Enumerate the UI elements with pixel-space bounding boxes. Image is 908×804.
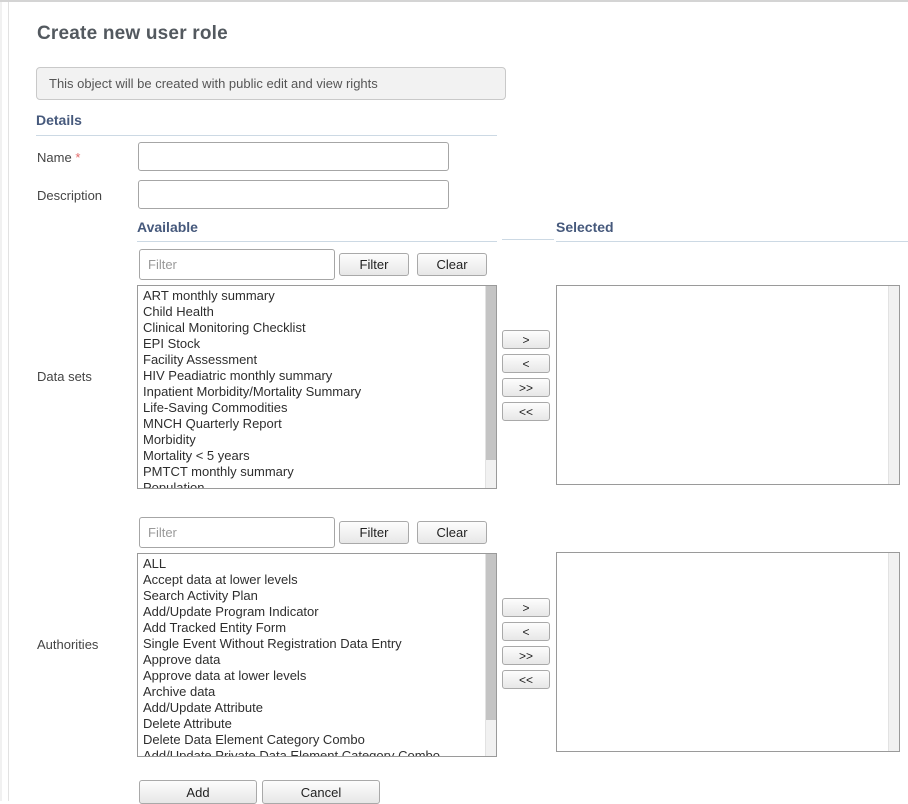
datasets-available-listbox[interactable]: ART monthly summaryChild HealthClinical … bbox=[137, 285, 497, 489]
middle-column-rule bbox=[502, 239, 554, 240]
datasets-selected-scrollbar[interactable] bbox=[888, 286, 899, 484]
required-marker: * bbox=[75, 150, 80, 165]
list-option[interactable]: Delete Attribute bbox=[138, 716, 496, 732]
panel-left-divider bbox=[8, 2, 9, 801]
window-left-strip bbox=[0, 2, 2, 801]
list-option[interactable]: MNCH Quarterly Report bbox=[138, 416, 496, 432]
list-option[interactable]: HIV Peadiatric monthly summary bbox=[138, 368, 496, 384]
list-option[interactable]: Add/Update Private Data Element Category… bbox=[138, 748, 496, 757]
authorities-move-right-button[interactable]: > bbox=[502, 598, 550, 617]
scrollbar-thumb[interactable] bbox=[486, 286, 496, 460]
authorities-move-left-button[interactable]: < bbox=[502, 622, 550, 641]
datasets-label: Data sets bbox=[37, 369, 92, 384]
list-option[interactable]: PMTCT monthly summary bbox=[138, 464, 496, 480]
list-option[interactable]: Add/Update Program Indicator bbox=[138, 604, 496, 620]
list-option[interactable]: Add Tracked Entity Form bbox=[138, 620, 496, 636]
authorities-selected-scrollbar[interactable] bbox=[888, 553, 899, 751]
datasets-move-left-button[interactable]: < bbox=[502, 354, 550, 373]
authorities-clear-button[interactable]: Clear bbox=[417, 521, 487, 544]
description-input[interactable] bbox=[138, 180, 449, 209]
list-option[interactable]: Child Health bbox=[138, 304, 496, 320]
datasets-move-all-left-button[interactable]: << bbox=[502, 402, 550, 421]
datasets-selected-listbox[interactable] bbox=[556, 285, 900, 485]
authorities-label: Authorities bbox=[37, 637, 98, 652]
available-column-header: Available bbox=[137, 219, 497, 242]
list-option[interactable]: ART monthly summary bbox=[138, 288, 496, 304]
authorities-move-all-right-button[interactable]: >> bbox=[502, 646, 550, 665]
page-title: Create new user role bbox=[37, 23, 228, 45]
datasets-available-scrollbar[interactable] bbox=[485, 286, 496, 488]
datasets-clear-button[interactable]: Clear bbox=[417, 253, 487, 276]
authorities-filter-input[interactable] bbox=[139, 517, 335, 548]
list-option[interactable]: Clinical Monitoring Checklist bbox=[138, 320, 496, 336]
list-option[interactable]: Inpatient Morbidity/Mortality Summary bbox=[138, 384, 496, 400]
authorities-selected-listbox[interactable] bbox=[556, 552, 900, 752]
name-label: Name * bbox=[37, 150, 80, 165]
datasets-filter-button[interactable]: Filter bbox=[339, 253, 409, 276]
list-option[interactable]: Population bbox=[138, 480, 496, 489]
list-option[interactable]: EPI Stock bbox=[138, 336, 496, 352]
list-option[interactable]: Accept data at lower levels bbox=[138, 572, 496, 588]
datasets-filter-input[interactable] bbox=[139, 249, 335, 280]
list-option[interactable]: Approve data bbox=[138, 652, 496, 668]
datasets-move-right-button[interactable]: > bbox=[502, 330, 550, 349]
datasets-move-all-right-button[interactable]: >> bbox=[502, 378, 550, 397]
notice-text: This object will be created with public … bbox=[49, 76, 378, 91]
authorities-available-scrollbar[interactable] bbox=[485, 554, 496, 756]
authorities-filter-button[interactable]: Filter bbox=[339, 521, 409, 544]
details-section-header: Details bbox=[36, 112, 497, 136]
name-input[interactable] bbox=[138, 142, 449, 171]
list-option[interactable]: Morbidity bbox=[138, 432, 496, 448]
selected-column-header: Selected bbox=[556, 219, 908, 242]
window-top-border bbox=[0, 0, 908, 2]
cancel-button[interactable]: Cancel bbox=[262, 780, 380, 804]
list-option[interactable]: Delete Data Element Category Combo bbox=[138, 732, 496, 748]
list-option[interactable]: Search Activity Plan bbox=[138, 588, 496, 604]
add-button[interactable]: Add bbox=[139, 780, 257, 804]
description-label: Description bbox=[37, 188, 102, 203]
list-option[interactable]: Facility Assessment bbox=[138, 352, 496, 368]
list-option[interactable]: Approve data at lower levels bbox=[138, 668, 496, 684]
list-option[interactable]: Add/Update Attribute bbox=[138, 700, 496, 716]
list-option[interactable]: Single Event Without Registration Data E… bbox=[138, 636, 496, 652]
list-option[interactable]: ALL bbox=[138, 556, 496, 572]
authorities-available-listbox[interactable]: ALLAccept data at lower levelsSearch Act… bbox=[137, 553, 497, 757]
list-option[interactable]: Life-Saving Commodities bbox=[138, 400, 496, 416]
list-option[interactable]: Mortality < 5 years bbox=[138, 448, 496, 464]
authorities-move-all-left-button[interactable]: << bbox=[502, 670, 550, 689]
list-option[interactable]: Archive data bbox=[138, 684, 496, 700]
public-rights-notice: This object will be created with public … bbox=[36, 67, 506, 100]
scrollbar-thumb[interactable] bbox=[486, 554, 496, 720]
